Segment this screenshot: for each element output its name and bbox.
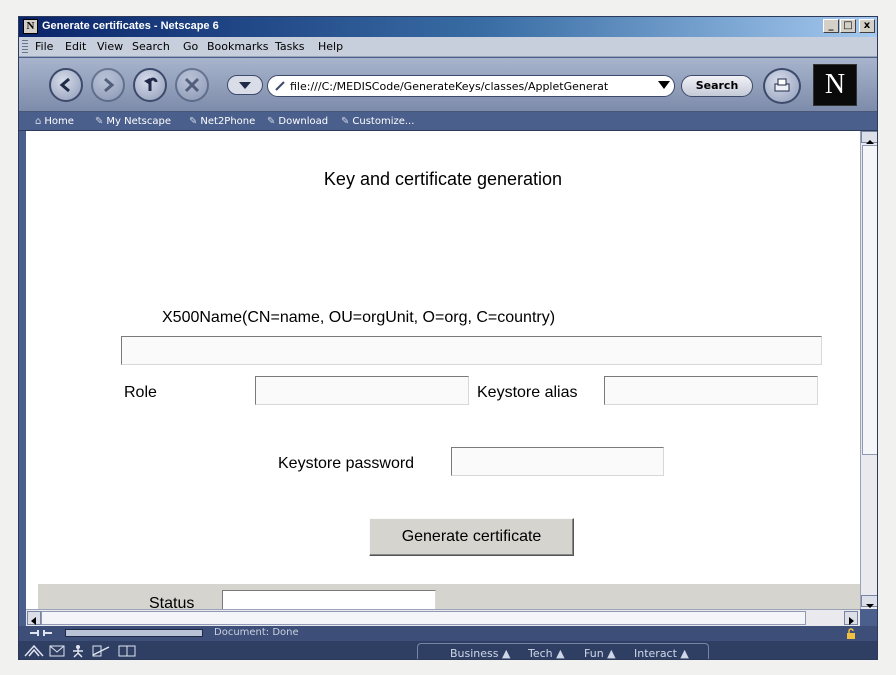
back-arrow-icon: [59, 77, 70, 93]
keystore-alias-label: Keystore alias: [477, 384, 578, 401]
my-netscape-link-label: My Netscape: [106, 116, 172, 127]
customize-link[interactable]: ✎ Customize...: [341, 116, 414, 127]
category-tech-label: Tech: [528, 647, 553, 660]
home-link[interactable]: ⌂ Home: [35, 116, 74, 127]
stop-icon: [184, 77, 200, 93]
minimize-button[interactable]: _: [823, 19, 839, 33]
component-taskbar: Business ▲ Tech ▲ Fun ▲ Interact ▲: [19, 641, 877, 660]
page-icon: [275, 81, 285, 91]
maximize-button[interactable]: □: [840, 19, 856, 33]
generate-certificate-button[interactable]: Generate certificate: [369, 518, 574, 556]
connection-icon: [30, 630, 52, 636]
download-link-label: Download: [278, 116, 329, 127]
category-business-label: Business: [450, 647, 499, 660]
bookmark-icon: ✎: [95, 116, 104, 127]
page-title: Key and certificate generation: [323, 169, 563, 189]
scroll-up-button[interactable]: [861, 131, 877, 144]
bookmark-icon: ✎: [267, 116, 276, 127]
category-interact[interactable]: Interact ▲: [634, 647, 689, 660]
window-title: Generate certificates - Netscape 6: [42, 20, 219, 32]
vertical-scrollbar[interactable]: [860, 131, 877, 609]
browser-window: N Generate certificates - Netscape 6 _ □…: [18, 16, 878, 660]
netscape-app-icon[interactable]: N: [23, 19, 38, 34]
reload-icon: [144, 77, 158, 91]
title-bar: N Generate certificates - Netscape 6 _ □…: [19, 17, 877, 37]
personal-toolbar: ⌂ Home ✎ My Netscape ✎ Net2Phone ✎ Download …: [19, 113, 877, 131]
print-icon: [774, 78, 790, 92]
category-fun[interactable]: Fun ▲: [584, 647, 616, 660]
status-field[interactable]: [222, 590, 436, 609]
reload-button[interactable]: [133, 68, 167, 102]
keystore-alias-input[interactable]: [604, 376, 818, 405]
forward-arrow-icon: [104, 77, 115, 93]
category-fun-label: Fun: [584, 647, 604, 660]
security-lock-icon[interactable]: [845, 628, 857, 639]
progress-bar: [65, 629, 203, 637]
netscape-logo[interactable]: N: [813, 64, 857, 106]
scrollbar-corner: [860, 609, 877, 626]
category-interact-label: Interact: [634, 647, 677, 660]
menubar-grip-icon[interactable]: [22, 40, 28, 54]
forward-button[interactable]: [91, 68, 125, 102]
page-content: Key and certificate generation X500Name(…: [26, 131, 860, 609]
navigator-icon[interactable]: [23, 644, 45, 658]
bookmark-icon: ✎: [341, 116, 350, 127]
history-dropdown-button[interactable]: [227, 75, 263, 95]
role-label: Role: [124, 384, 157, 401]
menu-help[interactable]: Help: [318, 40, 343, 53]
x500-name-label: X500Name(CN=name, OU=orgUnit, O=org, C=c…: [162, 309, 556, 326]
category-business[interactable]: Business ▲: [450, 647, 510, 660]
url-bar[interactable]: file:///C:/MEDISCode/GenerateKeys/classe…: [267, 75, 675, 97]
menu-bar: File Edit View Search Go Bookmarks Tasks…: [19, 37, 877, 57]
category-tech[interactable]: Tech ▲: [528, 647, 565, 660]
chevron-down-icon: [239, 82, 251, 89]
horizontal-scroll-thumb[interactable]: [41, 611, 806, 625]
navigation-toolbar: file:///C:/MEDISCode/GenerateKeys/classe…: [19, 58, 877, 112]
mail-icon[interactable]: [49, 644, 65, 658]
status-bar: Document: Done: [19, 626, 877, 641]
my-netscape-link[interactable]: ✎ My Netscape: [95, 116, 171, 127]
instant-messenger-icon[interactable]: [71, 644, 85, 658]
category-tabs: Business ▲ Tech ▲ Fun ▲ Interact ▲: [417, 643, 709, 660]
url-text[interactable]: file:///C:/MEDISCode/GenerateKeys/classe…: [290, 80, 658, 93]
vertical-scroll-thumb[interactable]: [862, 145, 877, 455]
url-dropdown-icon[interactable]: [658, 81, 670, 90]
download-link[interactable]: ✎ Download: [267, 116, 328, 127]
keystore-password-label: Keystore password: [278, 455, 415, 472]
sidebar-grippy[interactable]: [19, 131, 26, 609]
status-label: Status: [149, 595, 195, 609]
stop-button[interactable]: [175, 68, 209, 102]
composer-icon[interactable]: [91, 644, 111, 658]
menu-file[interactable]: File: [35, 40, 53, 53]
menu-view[interactable]: View: [97, 40, 123, 53]
scroll-right-button[interactable]: [844, 611, 858, 625]
status-panel: Status: [38, 584, 860, 609]
keystore-password-input[interactable]: [451, 447, 664, 476]
customize-link-label: Customize...: [352, 116, 415, 127]
home-link-label: Home: [44, 116, 74, 127]
close-button[interactable]: x: [859, 19, 875, 33]
menu-go[interactable]: Go: [183, 40, 198, 53]
menu-tasks[interactable]: Tasks: [275, 40, 304, 53]
net2phone-link-label: Net2Phone: [200, 116, 256, 127]
scroll-left-button[interactable]: [27, 611, 41, 625]
horizontal-scrollbar[interactable]: [26, 609, 860, 626]
bookmark-icon: ✎: [189, 116, 198, 127]
search-button[interactable]: Search: [681, 75, 753, 97]
menu-edit[interactable]: Edit: [65, 40, 86, 53]
net2phone-link[interactable]: ✎ Net2Phone: [189, 116, 255, 127]
menu-search[interactable]: Search: [132, 40, 170, 53]
home-icon: ⌂: [35, 116, 42, 127]
x500-name-input[interactable]: [121, 336, 822, 365]
status-text: Document: Done: [214, 627, 299, 638]
menu-bookmarks[interactable]: Bookmarks: [207, 40, 268, 53]
back-button[interactable]: [49, 68, 83, 102]
role-input[interactable]: [255, 376, 469, 405]
scroll-down-button[interactable]: [861, 595, 877, 608]
print-button[interactable]: [763, 68, 801, 104]
address-book-icon[interactable]: [117, 644, 137, 658]
